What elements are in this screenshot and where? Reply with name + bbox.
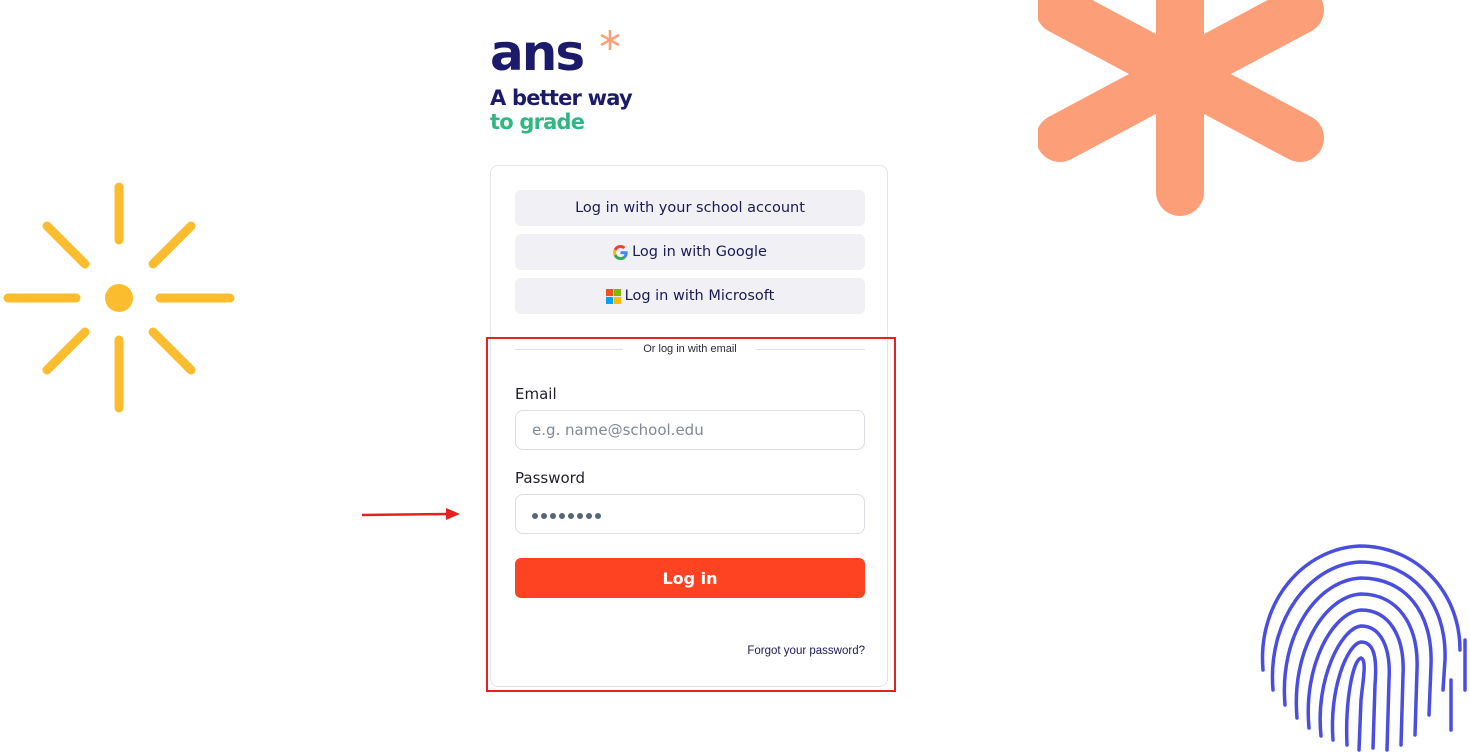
divider-text: Or log in with email bbox=[643, 343, 737, 355]
google-login-label: Log in with Google bbox=[632, 244, 767, 260]
forgot-password-link[interactable]: Forgot your password? bbox=[747, 645, 865, 657]
logo-asterisk-icon bbox=[600, 30, 620, 50]
microsoft-login-label: Log in with Microsoft bbox=[624, 288, 775, 304]
login-card: Log in with your school account Log in w… bbox=[490, 165, 888, 687]
logo-wordmark: ans bbox=[490, 24, 585, 82]
school-login-button[interactable]: Log in with your school account bbox=[515, 190, 865, 226]
logo-tagline-line2: to grade bbox=[490, 110, 585, 134]
google-icon bbox=[613, 244, 628, 260]
school-login-label: Log in with your school account bbox=[575, 200, 805, 216]
asterisk-decoration-icon bbox=[1038, 0, 1324, 216]
fingerprint-decoration-icon bbox=[1260, 544, 1467, 752]
email-input[interactable] bbox=[515, 410, 865, 450]
google-login-button[interactable]: Log in with Google bbox=[515, 234, 865, 270]
password-masked-value bbox=[532, 506, 601, 526]
password-label: Password bbox=[515, 469, 586, 487]
annotation-arrow-icon bbox=[361, 508, 460, 520]
email-label: Email bbox=[515, 385, 557, 403]
sun-decoration-icon bbox=[3, 182, 235, 413]
login-button[interactable]: Log in bbox=[515, 558, 865, 598]
logo-tagline-line1: A better way bbox=[490, 86, 633, 110]
ans-logo: ans A better way to grade bbox=[490, 28, 650, 138]
microsoft-icon bbox=[605, 288, 621, 304]
email-divider: Or log in with email bbox=[515, 342, 865, 356]
microsoft-login-button[interactable]: Log in with Microsoft bbox=[515, 278, 865, 314]
